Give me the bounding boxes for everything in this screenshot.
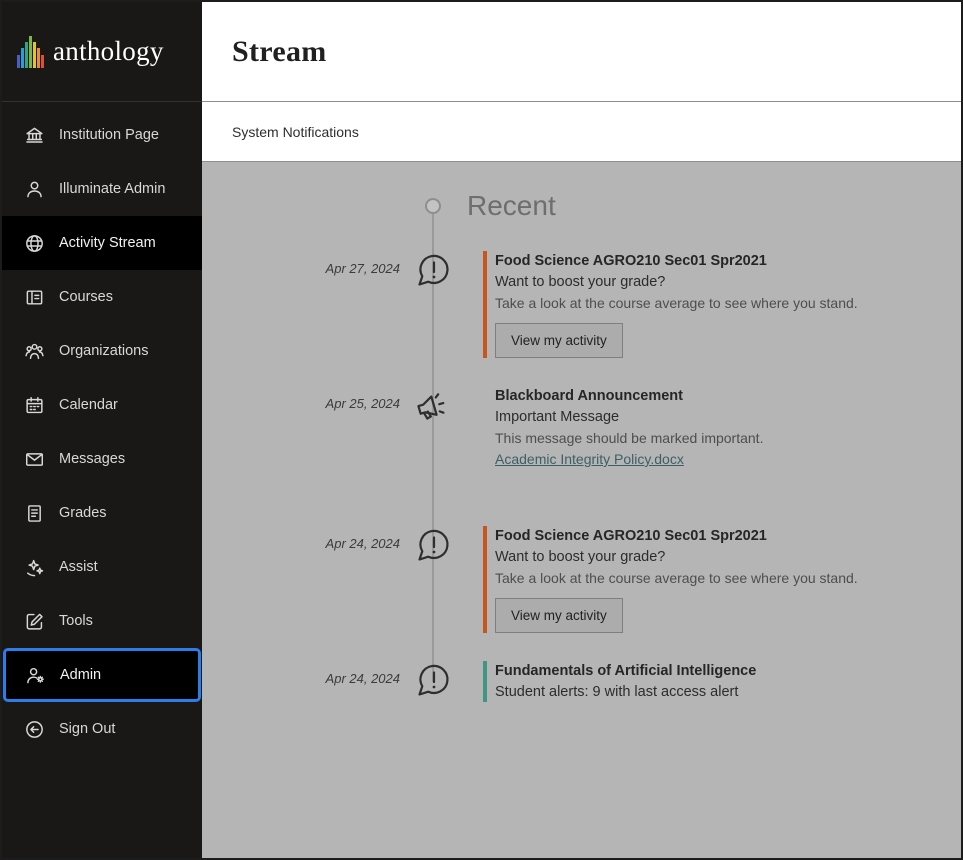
- stream-entry: Apr 24, 2024 Food Science AGRO210 Sec01 …: [202, 526, 961, 633]
- stream-entry: Apr 24, 2024 Fundamentals of Artificial …: [202, 661, 961, 702]
- organizations-icon: [24, 341, 45, 362]
- entry-subtitle: Want to boost your grade?: [495, 547, 931, 567]
- sidebar-item-label: Courses: [59, 289, 113, 305]
- pencil-square-icon: [24, 611, 45, 632]
- entry-body: Blackboard Announcement Important Messag…: [483, 386, 931, 469]
- app-window: anthology Institution Page: [0, 0, 963, 860]
- sidebar-item-calendar[interactable]: Calendar: [2, 378, 202, 432]
- sidebar: anthology Institution Page: [2, 2, 202, 858]
- sidebar-item-label: Calendar: [59, 397, 118, 413]
- page-header: Stream: [202, 2, 961, 102]
- sidebar-item-sign-out[interactable]: Sign Out: [2, 702, 202, 756]
- sidebar-item-label: Sign Out: [59, 721, 115, 737]
- activity-stream-panel: Recent Apr 27, 2024 Food Science AGRO210…: [202, 162, 961, 858]
- entry-description: Take a look at the course average to see…: [495, 568, 931, 588]
- entry-body: Food Science AGRO210 Sec01 Spr2021 Want …: [483, 251, 931, 358]
- recent-heading: Recent: [467, 190, 556, 222]
- system-notifications-label: System Notifications: [232, 124, 359, 140]
- person-icon: [24, 179, 45, 200]
- sidebar-item-label: Grades: [59, 505, 107, 521]
- calendar-icon: [24, 395, 45, 416]
- sidebar-item-admin[interactable]: Admin: [3, 648, 201, 702]
- sidebar-item-label: Activity Stream: [59, 235, 156, 251]
- view-my-activity-button[interactable]: View my activity: [495, 323, 623, 358]
- entry-body: Food Science AGRO210 Sec01 Spr2021 Want …: [483, 526, 931, 633]
- alert-bubble-icon: [413, 526, 453, 566]
- sidebar-item-activity-stream[interactable]: Activity Stream: [2, 216, 202, 270]
- entry-title: Food Science AGRO210 Sec01 Spr2021: [495, 251, 931, 271]
- system-notifications-bar: System Notifications: [202, 102, 961, 162]
- sidebar-item-institution-page[interactable]: Institution Page: [2, 108, 202, 162]
- entry-date: Apr 27, 2024: [202, 261, 400, 358]
- page-title: Stream: [232, 35, 327, 69]
- entry-subtitle: Want to boost your grade?: [495, 272, 931, 292]
- anthology-wordmark: anthology: [53, 36, 164, 67]
- sidebar-item-label: Organizations: [59, 343, 148, 359]
- sidebar-item-label: Admin: [60, 667, 101, 683]
- entry-body: Fundamentals of Artificial Intelligence …: [483, 661, 931, 702]
- sidebar-item-label: Messages: [59, 451, 125, 467]
- view-my-activity-button[interactable]: View my activity: [495, 598, 623, 633]
- sidebar-item-tools[interactable]: Tools: [2, 594, 202, 648]
- entry-subtitle: Important Message: [495, 407, 931, 427]
- sidebar-item-assist[interactable]: Assist: [2, 540, 202, 594]
- envelope-icon: [24, 449, 45, 470]
- attachment-link[interactable]: Academic Integrity Policy.docx: [495, 451, 684, 467]
- entry-date: Apr 24, 2024: [202, 536, 400, 633]
- grades-icon: [24, 503, 45, 524]
- admin-person-gear-icon: [25, 665, 46, 686]
- entry-description: Take a look at the course average to see…: [495, 293, 931, 313]
- alert-bubble-icon: [413, 661, 453, 701]
- sidebar-nav: Institution Page Illuminate Admin: [2, 108, 202, 756]
- entry-title: Fundamentals of Artificial Intelligence: [495, 661, 931, 681]
- sidebar-item-label: Tools: [59, 613, 93, 629]
- announcement-megaphone-icon: [413, 386, 453, 426]
- sidebar-item-label: Institution Page: [59, 127, 159, 143]
- sidebar-item-illuminate-admin[interactable]: Illuminate Admin: [2, 162, 202, 216]
- institution-icon: [24, 125, 45, 146]
- sparkle-icon: [24, 557, 45, 578]
- stream-entry: Apr 25, 2024 Blackboard Announcement Imp…: [202, 386, 961, 469]
- sidebar-item-grades[interactable]: Grades: [2, 486, 202, 540]
- globe-icon: [24, 233, 45, 254]
- anthology-logo-icon: [16, 35, 46, 69]
- courses-icon: [24, 287, 45, 308]
- sign-out-arrow-icon: [24, 719, 45, 740]
- sidebar-item-label: Illuminate Admin: [59, 181, 165, 197]
- sidebar-item-messages[interactable]: Messages: [2, 432, 202, 486]
- entry-description: This message should be marked important.: [495, 428, 931, 448]
- timeline-dot-icon: [425, 198, 441, 214]
- entry-date: Apr 25, 2024: [202, 396, 400, 469]
- sidebar-item-label: Assist: [59, 559, 98, 575]
- stream-entry: Apr 27, 2024 Food Science AGRO210 Sec01 …: [202, 251, 961, 358]
- entry-subtitle: Student alerts: 9 with last access alert: [495, 682, 931, 702]
- entry-date: Apr 24, 2024: [202, 671, 400, 702]
- entry-title: Food Science AGRO210 Sec01 Spr2021: [495, 526, 931, 546]
- sidebar-item-courses[interactable]: Courses: [2, 270, 202, 324]
- alert-bubble-icon: [413, 251, 453, 291]
- entry-title: Blackboard Announcement: [495, 386, 931, 406]
- anthology-logo[interactable]: anthology: [2, 2, 202, 102]
- sidebar-item-organizations[interactable]: Organizations: [2, 324, 202, 378]
- main-area: Stream System Notifications Recent Apr 2…: [202, 2, 961, 858]
